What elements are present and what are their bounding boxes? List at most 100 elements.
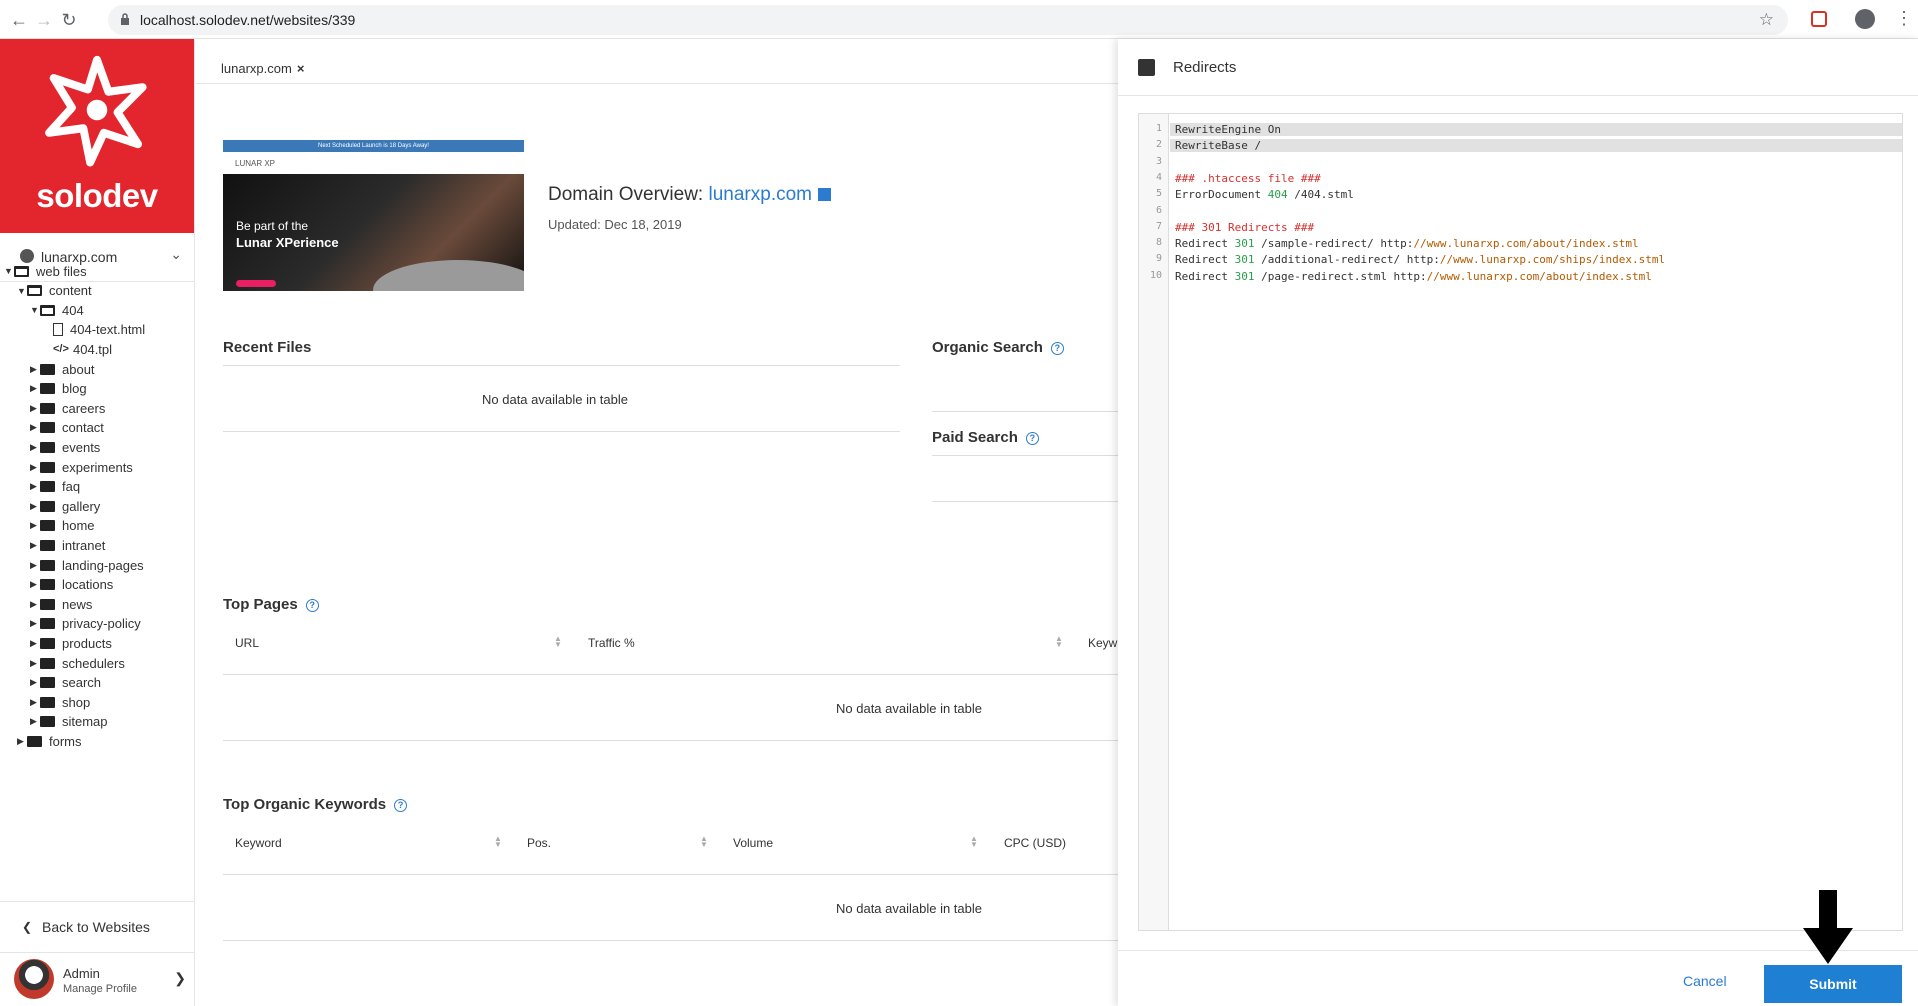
tree-item[interactable]: ▶ about (30, 359, 95, 379)
updated-date: Updated: Dec 18, 2019 (548, 217, 682, 232)
column-header-position[interactable]: Pos. (527, 836, 551, 850)
sort-icon[interactable]: ▲ ▼ (1055, 635, 1063, 649)
caret-right-icon[interactable]: ▶ (30, 579, 40, 590)
tree-item[interactable]: ▼ content (17, 281, 92, 301)
close-icon[interactable]: × (297, 61, 305, 76)
tree-item[interactable]: ▶ intranet (30, 535, 105, 555)
help-icon[interactable]: ? (1050, 342, 1064, 355)
sort-icon[interactable]: ▲ ▼ (494, 835, 502, 849)
bookmark-star-icon[interactable]: ☆ (1759, 10, 1774, 30)
tree-item[interactable]: ▶ products (30, 633, 112, 653)
caret-right-icon[interactable]: ▶ (30, 697, 40, 708)
tree-item[interactable]: ▶ landing-pages (30, 555, 144, 575)
code-line[interactable]: Redirect 301 /additional-redirect/ http:… (1175, 253, 1665, 266)
code-line[interactable]: Redirect 301 /sample-redirect/ http://ww… (1175, 237, 1639, 250)
column-header-keywords[interactable]: Keyw (1088, 636, 1117, 650)
caret-down-icon[interactable]: ▼ (17, 286, 27, 296)
line-number: 1 (1155, 123, 1162, 134)
profile-menu[interactable]: Admin Manage Profile ❯ (0, 953, 194, 1006)
tree-item[interactable]: ▶ search (30, 673, 101, 693)
tree-item[interactable]: ▶ contact (30, 418, 104, 438)
code-editor[interactable]: 1 2 3 4 5 6 7 8 9 10 RewriteEngine On RewriteBase … (1138, 113, 1903, 931)
tree-item[interactable]: ▶ privacy-policy (30, 614, 141, 634)
tree-item[interactable]: ▼ web files (4, 261, 87, 281)
tree-item[interactable]: ▶ shop (30, 692, 90, 712)
folder-icon (40, 696, 55, 708)
account-icon[interactable] (1855, 9, 1875, 29)
tree-item-label: content (49, 283, 92, 299)
caret-right-icon[interactable]: ▶ (30, 462, 40, 473)
caret-right-icon[interactable]: ▶ (30, 638, 40, 649)
caret-right-icon[interactable]: ▶ (30, 677, 40, 688)
tree-item[interactable]: ▶ sitemap (30, 712, 108, 732)
reload-icon[interactable]: ↻ (58, 9, 80, 31)
site-thumbnail[interactable]: Next Scheduled Launch is 18 Days Away! L… (223, 140, 524, 291)
tab-lunarxp[interactable]: lunarxp.com × (221, 61, 304, 76)
domain-link[interactable]: lunarxp.com (709, 184, 813, 205)
caret-right-icon[interactable]: ▶ (30, 520, 40, 531)
caret-right-icon[interactable]: ▶ (30, 599, 40, 610)
caret-right-icon[interactable]: ▶ (30, 658, 40, 669)
tree-item[interactable]: ▶ blog (30, 379, 87, 399)
forward-arrow-icon[interactable]: → (33, 9, 55, 31)
tree-item-label: shop (62, 694, 91, 710)
caret-down-icon[interactable]: ▼ (4, 266, 14, 276)
cancel-button[interactable]: Cancel (1683, 973, 1727, 989)
caret-right-icon[interactable]: ▶ (30, 364, 40, 375)
help-icon[interactable]: ? (394, 799, 408, 812)
code-line[interactable]: ### 301 Redirects ### (1175, 221, 1314, 234)
sort-icon[interactable]: ▲ ▼ (970, 835, 978, 849)
code-line[interactable]: RewriteBase / (1170, 139, 1902, 153)
submit-button[interactable]: Submit (1764, 965, 1902, 1003)
sort-icon[interactable]: ▲ ▼ (700, 835, 708, 849)
extension-icon[interactable] (1811, 11, 1827, 27)
tree-item[interactable]: ▶ careers (30, 398, 105, 418)
sort-icon[interactable]: ▲ ▼ (554, 635, 562, 649)
solodev-logo[interactable]: solodev (0, 39, 194, 233)
tree-item-label: faq (62, 479, 81, 495)
tree-item[interactable]: ▶ forms (17, 731, 82, 751)
code-line[interactable]: ErrorDocument 404 /404.stml (1175, 188, 1354, 201)
tree-item[interactable]: 404-text.html (53, 320, 145, 340)
caret-right-icon[interactable]: ▶ (30, 618, 40, 629)
column-header-volume[interactable]: Volume (733, 836, 773, 850)
caret-right-icon[interactable]: ▶ (30, 481, 40, 492)
tree-item[interactable]: ▼ 404 (30, 300, 84, 320)
tree-item[interactable]: ▶ locations (30, 575, 113, 595)
tree-item[interactable]: ▶ gallery (30, 496, 100, 516)
help-icon[interactable]: ? (1025, 432, 1039, 445)
column-header-keyword[interactable]: Keyword (235, 836, 282, 850)
column-header-traffic[interactable]: Traffic % (588, 636, 635, 650)
caret-right-icon[interactable]: ▶ (30, 716, 40, 727)
tree-item[interactable]: ▶ experiments (30, 457, 133, 477)
back-to-websites-link[interactable]: ❮ Back to Websites (0, 901, 194, 953)
folder-icon (40, 677, 55, 689)
caret-down-icon[interactable]: ▼ (30, 305, 40, 315)
tree-item[interactable]: ▶ faq (30, 477, 80, 497)
tree-item[interactable]: ▶ home (30, 516, 95, 536)
caret-right-icon[interactable]: ▶ (30, 422, 40, 433)
caret-right-icon[interactable]: ▶ (17, 736, 27, 747)
column-header-cpc[interactable]: CPC (USD) (1004, 836, 1066, 850)
help-icon[interactable]: ? (305, 599, 319, 612)
external-link-icon[interactable] (818, 188, 831, 201)
browser-menu-icon[interactable]: ⋮ (1895, 8, 1913, 29)
caret-right-icon[interactable]: ▶ (30, 403, 40, 414)
back-arrow-icon[interactable]: ← (8, 9, 30, 31)
tree-item[interactable]: ▶ schedulers (30, 653, 125, 673)
folder-open-icon (40, 304, 55, 316)
caret-right-icon[interactable]: ▶ (30, 501, 40, 512)
code-line[interactable]: Redirect 301 /page-redirect.stml http://… (1175, 270, 1652, 283)
caret-right-icon[interactable]: ▶ (30, 383, 40, 394)
tree-item[interactable]: </> 404.tpl (53, 339, 112, 359)
code-line[interactable]: ### .htaccess file ### (1175, 172, 1321, 185)
folder-icon (40, 657, 55, 669)
address-bar[interactable]: localhost.solodev.net/websites/339 ☆ (108, 5, 1788, 35)
column-header-url[interactable]: URL (235, 636, 259, 650)
tree-item[interactable]: ▶ events (30, 437, 100, 457)
caret-right-icon[interactable]: ▶ (30, 442, 40, 453)
caret-right-icon[interactable]: ▶ (30, 540, 40, 551)
caret-right-icon[interactable]: ▶ (30, 560, 40, 571)
code-line[interactable]: RewriteEngine On (1170, 123, 1902, 136)
tree-item[interactable]: ▶ news (30, 594, 92, 614)
